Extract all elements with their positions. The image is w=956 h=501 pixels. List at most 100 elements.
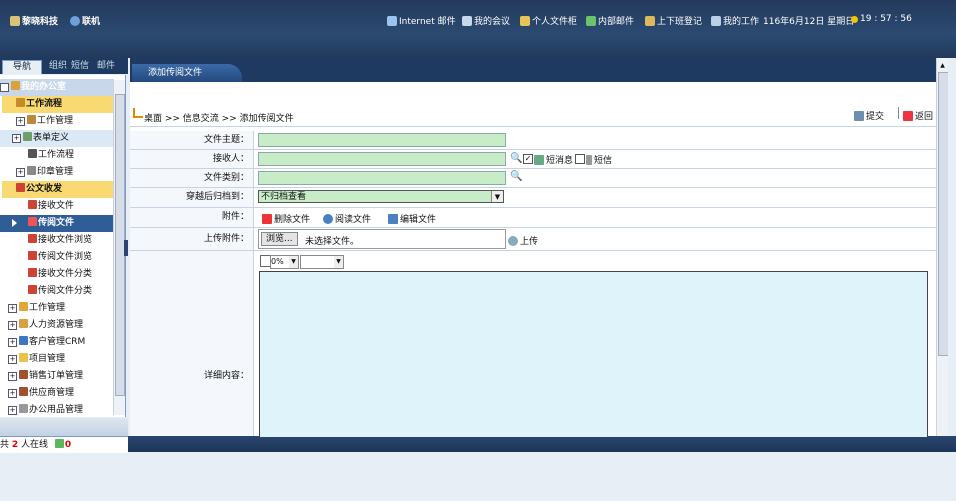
sidebar-item-circulated-category[interactable]: 传阅文件分类: [0, 283, 125, 300]
detail-row: 详细内容： 0% ▼ ▼: [130, 251, 936, 437]
detail-editor[interactable]: [259, 271, 928, 437]
sidebar-item-work-management[interactable]: + 工作管理: [0, 113, 125, 130]
upload-label: 上传附件：: [130, 228, 254, 250]
arrow-right-icon: [12, 219, 17, 227]
form-icon: [23, 132, 32, 141]
sms-checkbox[interactable]: ✓: [523, 154, 533, 164]
document-icon: [28, 200, 37, 209]
document-icon: [28, 251, 37, 260]
sidebar-item-workflow[interactable]: 工作流程: [0, 147, 125, 164]
sidebar-item-my-office[interactable]: − 我的办公室: [0, 79, 114, 96]
expand-icon[interactable]: +: [8, 321, 17, 330]
upload-button[interactable]: 上传: [508, 234, 538, 247]
expand-icon[interactable]: +: [8, 304, 17, 313]
supplies-icon: [19, 404, 28, 413]
back-button[interactable]: 返回: [903, 109, 933, 122]
recipient-input[interactable]: [258, 152, 506, 166]
collapse-icon[interactable]: −: [0, 83, 9, 92]
sidebar-item-circulated-browse[interactable]: 传阅文件浏览: [0, 249, 125, 266]
bottom-bar: [128, 436, 956, 452]
scroll-up-icon[interactable]: ▲: [938, 62, 947, 70]
sidebar-item-hr[interactable]: + 人力资源管理: [0, 317, 122, 334]
no-file-text: 未选择文件。: [305, 237, 360, 247]
document-icon: [28, 234, 37, 243]
tab-add-circulated-file[interactable]: 添加传阅文件: [132, 64, 242, 82]
recipient-row: 接收人： 🔍 ✓ 短消息 短信: [130, 150, 936, 169]
sidebar-item-seal-management[interactable]: + 印章管理: [0, 164, 125, 181]
sidebar-item-project[interactable]: + 项目管理: [0, 351, 122, 368]
sidebar-item-circulated-files[interactable]: 传阅文件: [0, 215, 125, 232]
message-icon[interactable]: [54, 439, 64, 448]
sms-icon: [534, 155, 544, 165]
sidebar-item-form-definition[interactable]: + 表单定义: [0, 130, 125, 147]
expand-icon[interactable]: +: [8, 338, 17, 347]
internal-mail-link[interactable]: 内部邮件: [586, 14, 634, 27]
document-icon: [28, 285, 37, 294]
sidebar: − 我的办公室 工作流程 + 工作管理 + 表单定义 工作流程 + 印章管理 公文收发 …: [0, 75, 126, 417]
workflow-icon: [16, 98, 25, 107]
sidebar-item-sales[interactable]: + 销售订单管理: [0, 368, 122, 385]
expand-icon[interactable]: +: [16, 168, 25, 177]
sidebar-item-workflow-group[interactable]: 工作流程: [2, 96, 125, 113]
subject-row: 文件主题：: [130, 131, 936, 150]
expand-icon[interactable]: +: [8, 406, 17, 415]
file-cabinet-link[interactable]: 个人文件柜: [520, 14, 577, 27]
category-row: 文件类别： 🔍: [130, 169, 936, 188]
sidebar-item-work-mgmt[interactable]: + 工作管理: [0, 300, 122, 317]
clock-in-icon: [645, 16, 655, 26]
subject-input[interactable]: [258, 133, 506, 147]
text-msg-checkbox[interactable]: [575, 154, 585, 164]
tab-organization[interactable]: 组织: [48, 60, 68, 73]
meeting-link[interactable]: 我的会议: [462, 14, 510, 27]
online-status[interactable]: 共 2 人在线 0: [0, 436, 128, 453]
internet-mail-link[interactable]: Internet 邮件: [387, 14, 456, 27]
format-select[interactable]: ▼: [300, 255, 344, 269]
sidebar-item-supplies[interactable]: + 办公用品管理: [0, 402, 122, 417]
crm-icon: [19, 336, 28, 345]
search-icon[interactable]: 🔍: [510, 153, 522, 164]
chevron-down-icon[interactable]: ▼: [289, 256, 298, 268]
meeting-icon: [462, 16, 472, 26]
attendance-link[interactable]: 上下班登记: [645, 14, 702, 27]
online-count: 2: [11, 440, 19, 450]
sidebar-item-received-files[interactable]: 接收文件: [0, 198, 125, 215]
search-icon[interactable]: 🔍: [510, 171, 522, 182]
sidebar-item-received-browse[interactable]: 接收文件浏览: [0, 232, 125, 249]
edit-file-button[interactable]: 编辑文件: [388, 212, 436, 225]
sidebar-item-supplier[interactable]: + 供应商管理: [0, 385, 122, 402]
tab-mail[interactable]: 邮件: [94, 60, 118, 73]
browse-button[interactable]: 浏览...: [261, 232, 298, 246]
my-work-link[interactable]: 我的工作: [711, 14, 759, 27]
expand-icon[interactable]: +: [16, 117, 25, 126]
sidebar-toggle[interactable]: [124, 240, 128, 256]
expand-icon[interactable]: +: [12, 134, 21, 143]
detail-label: 详细内容：: [130, 251, 254, 436]
tab-navigation[interactable]: 导航: [2, 60, 42, 74]
user-icon: [70, 16, 80, 26]
submit-button[interactable]: 提交: [854, 109, 884, 122]
upload-icon: [508, 236, 518, 246]
document-icon: [16, 183, 25, 192]
expand-icon[interactable]: +: [8, 355, 17, 364]
read-file-button[interactable]: 阅读文件: [323, 212, 371, 225]
sidebar-item-document-group[interactable]: 公文收发: [2, 181, 125, 198]
zoom-select[interactable]: 0% ▼: [270, 255, 299, 269]
delete-file-button[interactable]: 删除文件: [262, 212, 310, 225]
file-input[interactable]: 浏览... 未选择文件。: [258, 229, 506, 249]
outer-scrollbar[interactable]: [948, 58, 956, 436]
chevron-down-icon[interactable]: ▼: [491, 191, 503, 202]
submit-icon: [854, 111, 864, 121]
sidebar-item-crm[interactable]: + 客户管理CRM: [0, 334, 122, 351]
expand-icon[interactable]: +: [8, 372, 17, 381]
tab-sms[interactable]: 短信: [70, 60, 90, 73]
breadcrumb: 桌面 >> 信息交流 >> 添加传阅文件: [144, 114, 294, 124]
category-input[interactable]: [258, 171, 506, 185]
recipient-label: 接收人：: [130, 150, 254, 168]
chevron-down-icon[interactable]: ▼: [334, 256, 343, 268]
workflow-icon: [19, 302, 28, 311]
sidebar-item-received-category[interactable]: 接收文件分类: [0, 266, 125, 283]
user-label[interactable]: 联机: [70, 14, 100, 27]
back-icon: [903, 111, 913, 121]
archive-select[interactable]: 不归档查看 ▼: [258, 190, 504, 203]
expand-icon[interactable]: +: [8, 389, 17, 398]
